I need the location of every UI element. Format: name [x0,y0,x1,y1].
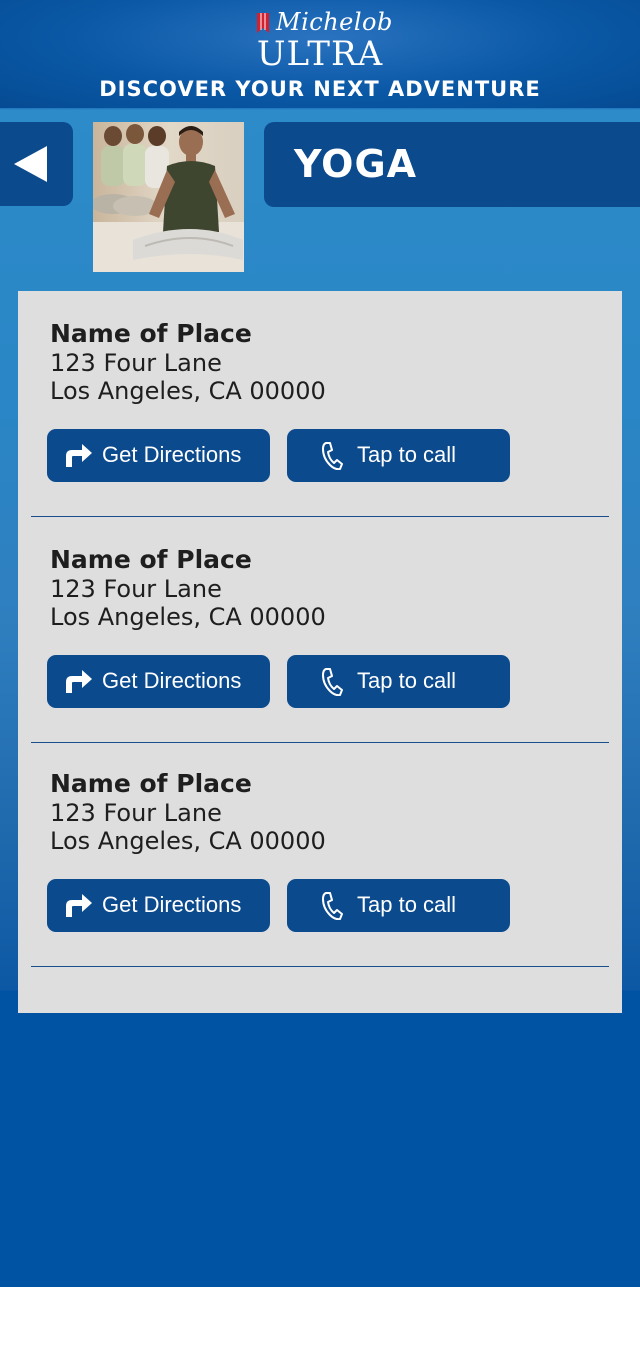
logo-ribbon-icon [257,13,269,33]
place-city: Los Angeles, CA 00000 [50,827,326,855]
get-directions-label: Get Directions [102,668,242,693]
get-directions-button[interactable]: Get Directions [47,655,270,708]
app-screen: Michelob ULTRA DISCOVER YOUR NEXT ADVENT… [0,0,640,1287]
get-directions-label: Get Directions [102,892,242,917]
list-item: Name of Place 123 Four Lane Los Angeles,… [31,517,609,743]
back-arrow-icon [14,146,47,182]
tagline: DISCOVER YOUR NEXT ADVENTURE [99,77,541,101]
back-button[interactable] [0,122,73,206]
brand-logo: Michelob ULTRA [0,4,640,74]
tap-to-call-label: Tap to call [357,892,457,917]
turn-right-arrow-icon [66,894,92,917]
tap-to-call-button[interactable]: Tap to call [287,655,510,708]
place-city: Los Angeles, CA 00000 [50,603,326,631]
get-directions-label: Get Directions [102,442,242,467]
places-list: Name of Place 123 Four Lane Los Angeles,… [18,291,622,1013]
phone-handset-icon [322,442,343,470]
place-street: 123 Four Lane [50,349,222,377]
phone-handset-icon [322,668,343,696]
turn-right-arrow-icon [66,444,92,467]
get-directions-button[interactable]: Get Directions [47,429,270,482]
category-title: YOGA [294,142,418,186]
place-street: 123 Four Lane [50,575,222,603]
turn-right-arrow-icon [66,670,92,693]
header: Michelob ULTRA DISCOVER YOUR NEXT ADVENT… [0,0,640,108]
place-street: 123 Four Lane [50,799,222,827]
logo-script: Michelob [276,8,393,36]
tap-to-call-button[interactable]: Tap to call [287,429,510,482]
place-name: Name of Place [50,769,252,798]
tap-to-call-button[interactable]: Tap to call [287,879,510,932]
place-city: Los Angeles, CA 00000 [50,377,326,405]
place-name: Name of Place [50,319,252,348]
phone-handset-icon [322,892,343,920]
tap-to-call-label: Tap to call [357,668,457,693]
tap-to-call-label: Tap to call [357,442,457,467]
list-item: Name of Place 123 Four Lane Los Angeles,… [31,291,609,517]
yoga-class-photo [93,122,244,272]
list-item: Name of Place 123 Four Lane Los Angeles,… [31,741,609,967]
place-name: Name of Place [50,545,252,574]
get-directions-button[interactable]: Get Directions [47,879,270,932]
category-header: YOGA [264,122,640,207]
logo-wordmark: ULTRA [256,34,384,74]
